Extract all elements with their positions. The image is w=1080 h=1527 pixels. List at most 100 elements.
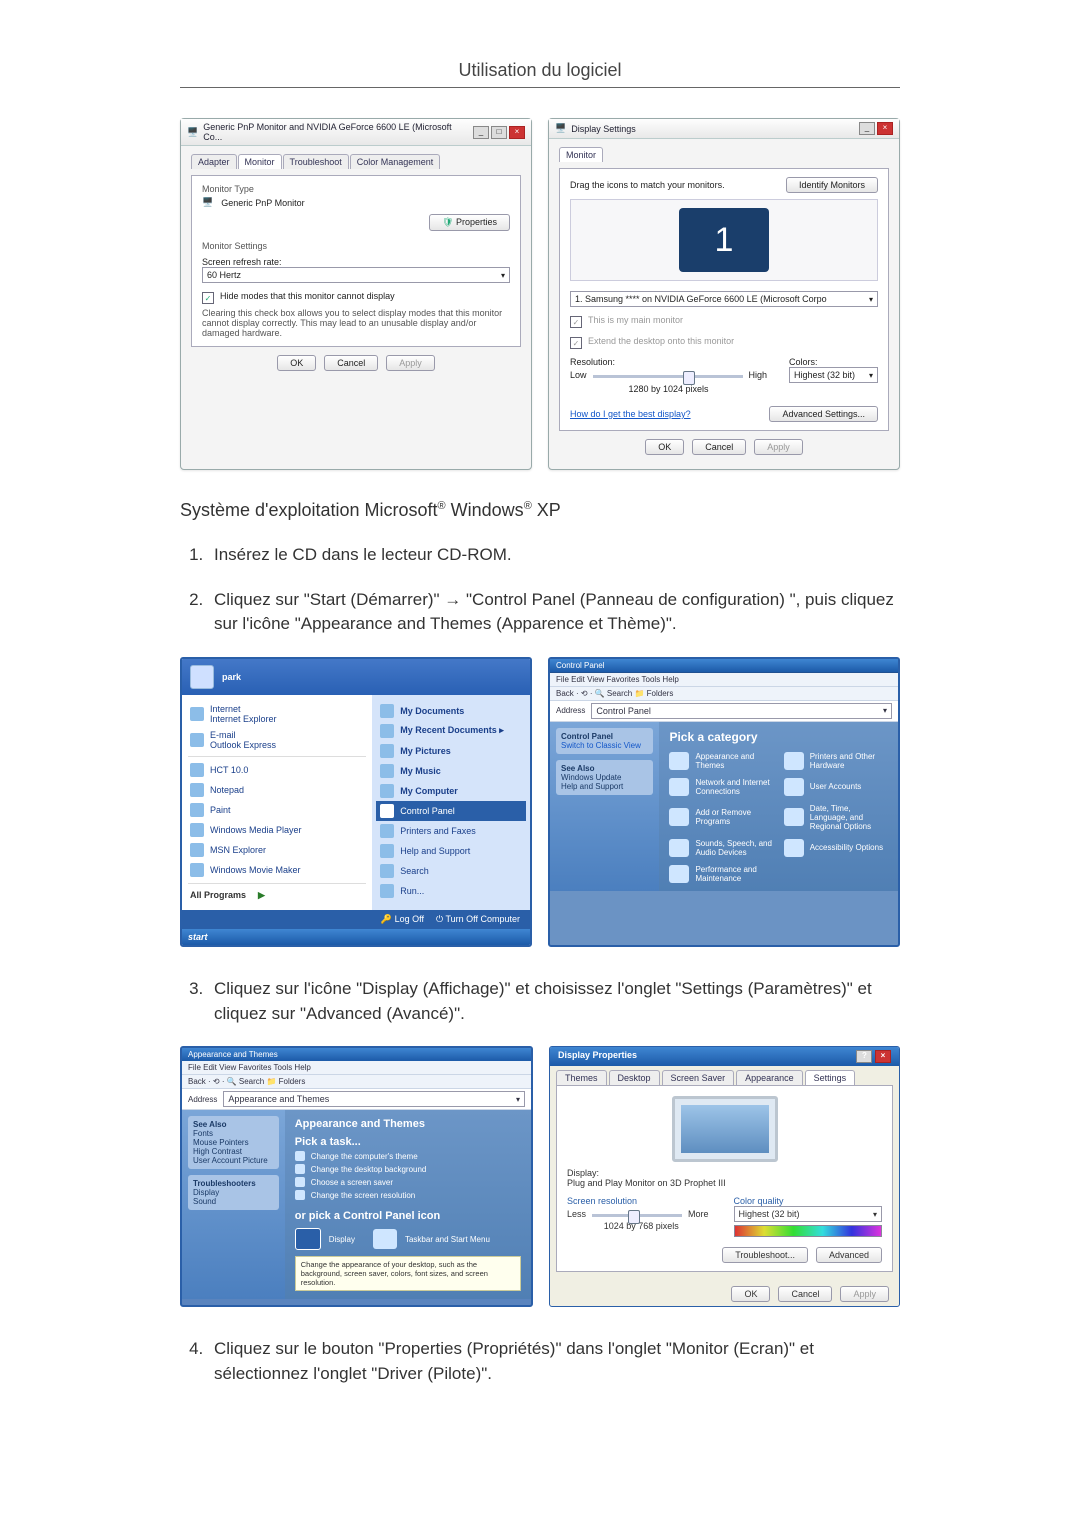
sm-item-wmp[interactable]: Windows Media Player [188,820,366,840]
menu-bar[interactable]: File Edit View Favorites Tools Help [550,673,898,687]
extend-desktop-label: Extend the desktop onto this monitor [588,336,734,346]
minimize-icon[interactable]: _ [473,126,489,139]
sm-item-email[interactable]: E-mail Outlook Express [188,727,366,753]
identify-monitors-button[interactable]: Identify Monitors [786,177,878,193]
task-screen-saver[interactable]: Choose a screen saver [295,1177,521,1187]
sm-my-documents[interactable]: My Documents [378,701,524,721]
high-contrast-link[interactable]: High Contrast [193,1147,274,1156]
advanced-button[interactable]: Advanced [816,1247,882,1263]
sm-my-pictures[interactable]: My Pictures [378,741,524,761]
sm-recent-docs[interactable]: My Recent Documents ▸ [378,721,524,741]
sm-run[interactable]: Run... [378,881,524,901]
task-change-theme[interactable]: Change the computer's theme [295,1151,521,1161]
sm-search[interactable]: Search [378,861,524,881]
window-title: Display Settings [571,124,636,134]
tab-appearance[interactable]: Appearance [736,1070,803,1085]
cat-printers[interactable]: Printers and Other Hardware [784,752,888,770]
menu-bar[interactable]: File Edit View Favorites Tools Help [182,1061,531,1075]
colors-select[interactable]: Highest (32 bit) [789,367,878,383]
tab-monitor[interactable]: Monitor [238,154,282,169]
hide-modes-checkbox[interactable]: ✓ [202,292,214,304]
window-title: Control Panel [550,659,898,673]
cat-sounds[interactable]: Sounds, Speech, and Audio Devices [669,839,773,857]
cancel-button[interactable]: Cancel [324,355,378,371]
screen-resolution-label: Screen resolution [567,1196,716,1206]
sm-my-music[interactable]: My Music [378,761,524,781]
properties-button[interactable]: 🛡 Properties [429,214,510,231]
troubleshoot-button[interactable]: Troubleshoot... [722,1247,808,1263]
minimize-icon[interactable]: _ [859,122,875,135]
sm-my-computer[interactable]: My Computer [378,781,524,801]
logoff-button[interactable]: 🔑 Log Off [381,914,424,925]
close-icon[interactable]: × [875,1050,891,1063]
apply-button[interactable]: Apply [840,1286,889,1302]
sm-item-internet[interactable]: Internet Internet Explorer [188,701,366,727]
sm-item-paint[interactable]: Paint [188,800,366,820]
tab-color-management[interactable]: Color Management [350,154,441,169]
cancel-button[interactable]: Cancel [778,1286,832,1302]
cat-accessibility[interactable]: Accessibility Options [784,839,888,857]
cat-appearance-themes[interactable]: Appearance and Themes [669,752,773,770]
switch-classic-link[interactable]: Switch to Classic View [561,741,648,750]
close-icon[interactable]: × [877,122,893,135]
apply-button[interactable]: Apply [754,439,803,455]
step-1: Insérez le CD dans le lecteur CD-ROM. [208,543,900,568]
tab-monitor[interactable]: Monitor [559,147,603,162]
cat-add-remove[interactable]: Add or Remove Programs [669,804,773,831]
sm-printers[interactable]: Printers and Faxes [378,821,524,841]
resolution-slider[interactable] [592,1214,682,1217]
tab-settings[interactable]: Settings [805,1070,856,1085]
monitor-arrangement-preview[interactable]: 1 [570,199,878,281]
start-button[interactable]: start [182,929,530,945]
display-device-select[interactable]: 1. Samsung **** on NVIDIA GeForce 6600 L… [570,291,878,307]
cp-display-icon[interactable]: Display [295,1228,355,1250]
address-bar[interactable]: Control Panel [591,703,892,719]
task-screen-resolution[interactable]: Change the screen resolution [295,1190,521,1200]
tab-adapter[interactable]: Adapter [191,154,237,169]
tab-troubleshoot[interactable]: Troubleshoot [283,154,349,169]
color-quality-select[interactable]: Highest (32 bit) [734,1206,883,1222]
user-picture-link[interactable]: User Account Picture [193,1156,274,1165]
monitor-1-icon[interactable]: 1 [679,208,769,272]
close-icon[interactable]: × [509,126,525,139]
task-change-background[interactable]: Change the desktop background [295,1164,521,1174]
apply-button[interactable]: Apply [386,355,435,371]
cat-performance[interactable]: Performance and Maintenance [669,865,773,883]
sm-all-programs[interactable]: All Programs▶ [188,887,366,904]
best-display-link[interactable]: How do I get the best display? [570,409,691,419]
sm-item-moviemaker[interactable]: Windows Movie Maker [188,860,366,880]
address-bar[interactable]: Appearance and Themes [223,1091,525,1107]
window-title: Generic PnP Monitor and NVIDIA GeForce 6… [203,122,473,142]
ts-sound-link[interactable]: Sound [193,1197,274,1206]
toolbar[interactable]: Back · ⟲ · 🔍 Search 📁 Folders [182,1075,531,1089]
mouse-pointers-link[interactable]: Mouse Pointers [193,1138,274,1147]
help-icon[interactable]: ? [856,1050,872,1063]
tab-themes[interactable]: Themes [556,1070,607,1085]
sm-control-panel[interactable]: Control Panel [376,801,526,821]
tab-screen-saver[interactable]: Screen Saver [662,1070,735,1085]
fonts-link[interactable]: Fonts [193,1129,274,1138]
cat-network[interactable]: Network and Internet Connections [669,778,773,796]
ts-display-link[interactable]: Display [193,1188,274,1197]
cancel-button[interactable]: Cancel [692,439,746,455]
maximize-icon[interactable]: □ [491,126,507,139]
sm-item-notepad[interactable]: Notepad [188,780,366,800]
help-support-link[interactable]: Help and Support [561,782,648,791]
monitor-icon: 🖥️ [187,127,198,138]
sm-help[interactable]: Help and Support [378,841,524,861]
toolbar[interactable]: Back · ⟲ · 🔍 Search 📁 Folders [550,687,898,701]
sm-item-hct[interactable]: HCT 10.0 [188,760,366,780]
ok-button[interactable]: OK [645,439,684,455]
cat-date-time[interactable]: Date, Time, Language, and Regional Optio… [784,804,888,831]
ok-button[interactable]: OK [731,1286,770,1302]
ok-button[interactable]: OK [277,355,316,371]
refresh-rate-select[interactable]: 60 Hertz [202,267,510,283]
turnoff-button[interactable]: ⏻ Turn Off Computer [436,914,520,925]
cat-user-accounts[interactable]: User Accounts [784,778,888,796]
resolution-slider[interactable] [593,375,743,378]
sm-item-msn[interactable]: MSN Explorer [188,840,366,860]
tab-desktop[interactable]: Desktop [609,1070,660,1085]
cp-taskbar-icon[interactable]: Taskbar and Start Menu [373,1228,490,1250]
windows-update-link[interactable]: Windows Update [561,773,648,782]
advanced-settings-button[interactable]: Advanced Settings... [769,406,878,422]
